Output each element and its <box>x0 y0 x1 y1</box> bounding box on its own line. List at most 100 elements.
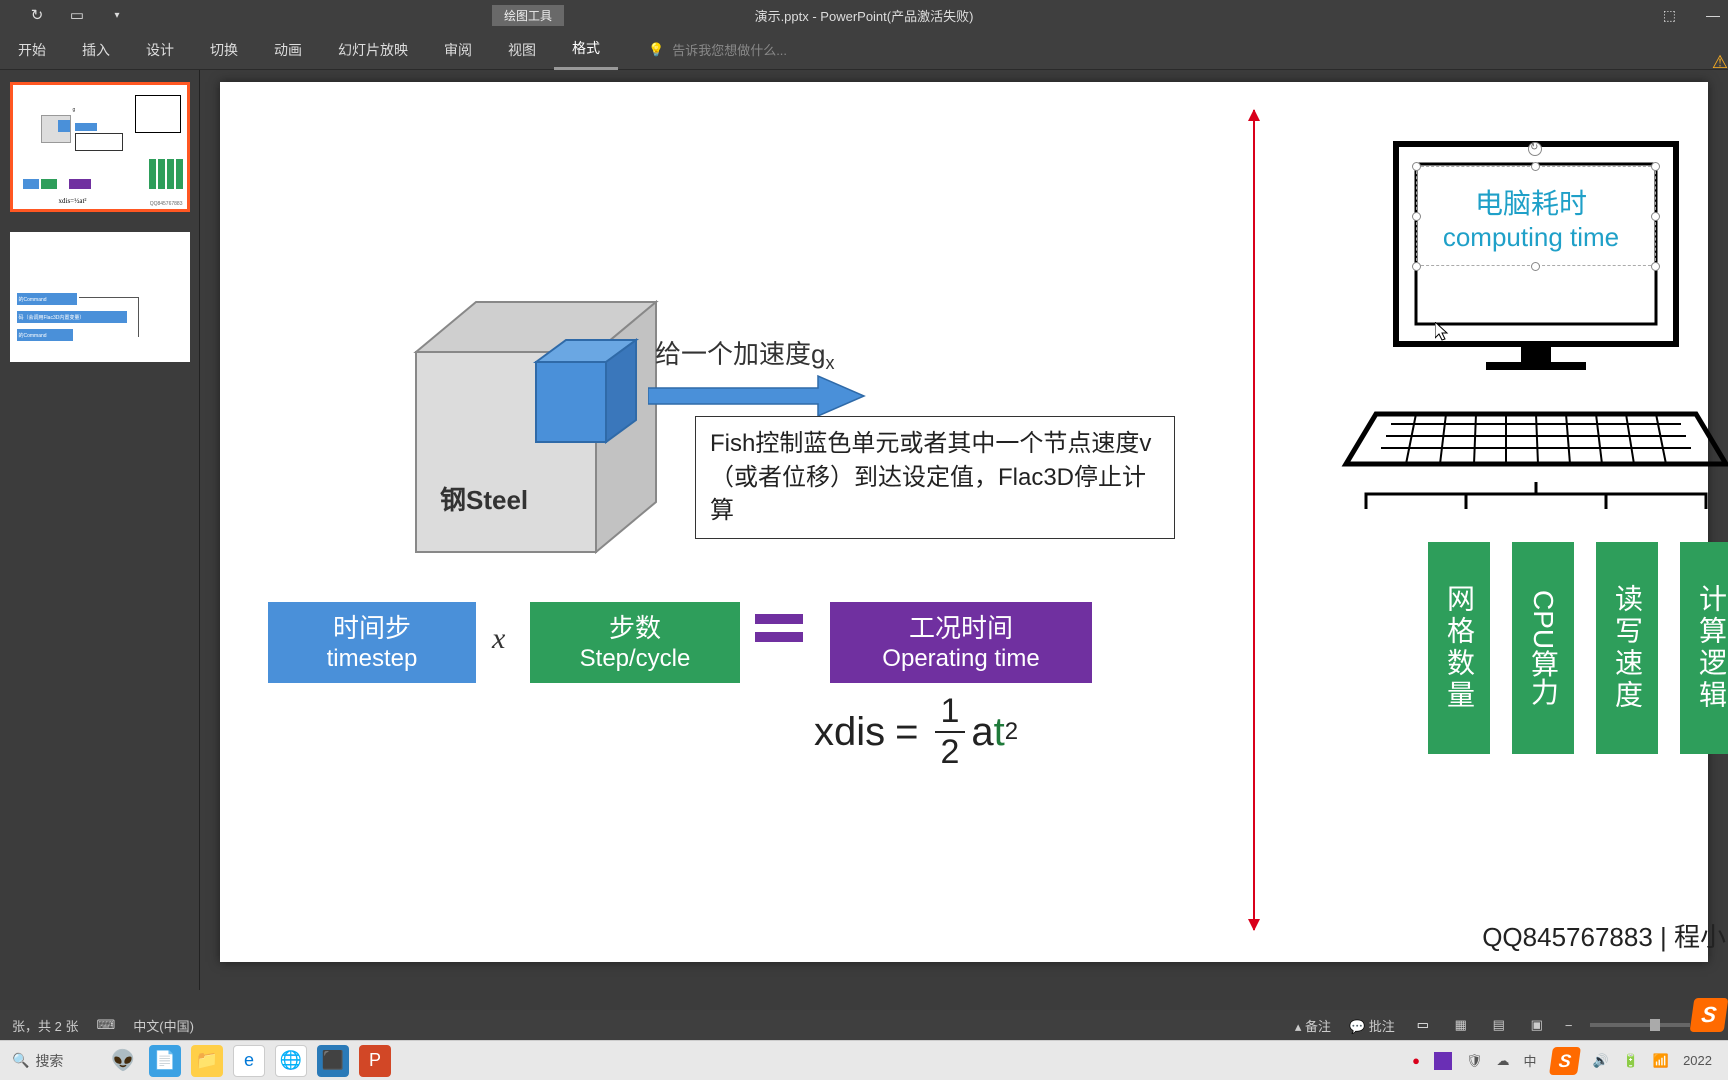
edge-icon[interactable]: e <box>228 1044 270 1078</box>
computer-time-label[interactable]: 电脑耗时 computing time <box>1336 182 1726 253</box>
slide-count: 张，共 2 张 <box>12 1016 78 1035</box>
mouse-cursor-icon <box>1435 322 1451 342</box>
sel-handle-se[interactable] <box>1651 262 1660 271</box>
sel-handle-s[interactable] <box>1531 262 1540 271</box>
formula-den: 2 <box>935 733 966 772</box>
tab-animation[interactable]: 动画 <box>256 30 320 70</box>
timestep-zh: 时间步 <box>268 608 476 645</box>
chrome-icon[interactable]: 🌐 <box>270 1044 312 1078</box>
formula-t: t <box>994 710 1005 755</box>
fish-description-box[interactable]: Fish控制蓝色单元或者其中一个节点速度v（或者位移）到达设定值，Flac3D停… <box>695 416 1175 539</box>
notepad-icon[interactable]: 📄 <box>144 1044 186 1078</box>
formula-a: a <box>971 710 993 755</box>
gbar-cpu[interactable]: CPU算力 <box>1512 542 1574 754</box>
tab-format[interactable]: 格式 <box>554 30 618 70</box>
displacement-formula[interactable]: xdis = 1 2 at2 <box>814 692 1018 772</box>
gbar-logic[interactable]: 计算逻辑 <box>1680 542 1728 754</box>
arrow-right-icon[interactable] <box>648 374 868 418</box>
formula-lhs: xdis <box>814 710 885 755</box>
thumbnail-slide-1[interactable]: g xdis=½at² QQ845767883 <box>10 82 190 212</box>
tray-purple-icon[interactable] <box>1434 1052 1452 1070</box>
tab-slideshow[interactable]: 幻灯片放映 <box>320 30 426 70</box>
tab-home[interactable]: 开始 <box>0 30 64 70</box>
app-blue-icon[interactable]: ⬛ <box>312 1044 354 1078</box>
alert-icon[interactable]: ⚠ <box>1712 52 1728 73</box>
tray-volume-icon[interactable]: 🔊 <box>1593 1053 1609 1069</box>
status-bar: 张，共 2 张 ⌨ 中文(中国) ▴ 备注 💬 批注 ▭ ▦ ▤ ▣ − + <box>0 1010 1728 1040</box>
tab-view[interactable]: 视图 <box>490 30 554 70</box>
thumb2-label-c: 的Command <box>17 329 73 341</box>
dimension-line[interactable] <box>1253 110 1255 930</box>
tray-sogou-float-icon[interactable]: S <box>1690 998 1728 1032</box>
slide-canvas[interactable]: 钢Steel 给一个加速度gx Fish控制蓝色单元或者其中一个节点速度v（或者… <box>220 82 1708 962</box>
notes-button[interactable]: ▴ 备注 <box>1295 1016 1331 1035</box>
timestep-chip[interactable]: 时间步 timestep <box>268 602 476 683</box>
tray-wifi-icon[interactable]: 📶 <box>1653 1053 1669 1069</box>
alienware-icon[interactable]: 👽 <box>102 1044 144 1078</box>
qat-dropdown-icon[interactable]: ▾ <box>108 6 126 24</box>
explorer-icon[interactable]: 📁 <box>186 1044 228 1078</box>
slideshow-view-icon[interactable]: ▣ <box>1527 1017 1547 1033</box>
acceleration-label: 给一个加速度gx <box>655 334 834 374</box>
multiply-symbol: x <box>492 622 505 656</box>
refresh-icon[interactable]: ↻ <box>28 6 46 24</box>
tray-battery-icon[interactable]: 🔋 <box>1623 1053 1639 1069</box>
sel-handle-ne[interactable] <box>1651 162 1660 171</box>
ribbon-display-icon[interactable]: ⬚ <box>1663 7 1676 24</box>
cube-label: 钢Steel <box>440 480 528 517</box>
tray-shield-icon[interactable]: 🛡 <box>1466 1053 1483 1069</box>
touch-mode-icon[interactable]: ▭ <box>68 6 86 24</box>
tab-insert[interactable]: 插入 <box>64 30 128 70</box>
tell-me-placeholder: 告诉我您想做什么... <box>672 40 787 59</box>
tab-transition[interactable]: 切换 <box>192 30 256 70</box>
reading-view-icon[interactable]: ▤ <box>1489 1017 1509 1033</box>
optime-zh: 工况时间 <box>830 608 1092 645</box>
zoom-out-icon[interactable]: − <box>1565 1018 1573 1033</box>
tell-me-search[interactable]: 💡 告诉我您想做什么... <box>648 40 787 59</box>
tray-record-icon[interactable]: ● <box>1412 1053 1420 1068</box>
computer-group[interactable]: 电脑耗时 computing time <box>1336 114 1726 489</box>
window-title: 演示.pptx - PowerPoint(产品激活失败) <box>0 6 1728 25</box>
operating-time-chip[interactable]: 工况时间 Operating time <box>830 602 1092 683</box>
footer-qq: QQ845767883 | 程小 <box>1482 917 1726 954</box>
step-chip[interactable]: 步数 Step/cycle <box>530 602 740 683</box>
formula-eq: = <box>895 710 918 755</box>
gbar-grid-count[interactable]: 网格数量 <box>1428 542 1490 754</box>
tray-date[interactable]: 2022 <box>1683 1053 1712 1068</box>
equals-symbol <box>755 614 803 650</box>
timestep-en: timestep <box>268 645 476 673</box>
step-zh: 步数 <box>530 608 740 645</box>
steel-cube-shape[interactable] <box>406 292 676 572</box>
step-en: Step/cycle <box>530 645 740 673</box>
lightbulb-icon: 💡 <box>648 42 664 58</box>
language-label[interactable]: 中文(中国) <box>133 1016 194 1035</box>
windows-taskbar: 🔍 搜索 👽 📄 📁 e 🌐 ⬛ P ● 🛡 ☁ 中 S 🔊 🔋 📶 2022 … <box>0 1040 1728 1080</box>
thumbnail-slide-2[interactable]: 的Command 码（会调用Flac3D内置变量） 的Command <box>10 232 190 362</box>
tab-review[interactable]: 审阅 <box>426 30 490 70</box>
sel-handle-n[interactable] <box>1531 162 1540 171</box>
factors-bars: 网格数量 CPU算力 读写速度 计算逻辑 <box>1428 542 1728 754</box>
sel-handle-sw[interactable] <box>1412 262 1421 271</box>
pc-zh: 电脑耗时 <box>1336 182 1726 222</box>
powerpoint-icon[interactable]: P <box>354 1044 396 1078</box>
slide-thumbnail-pane[interactable]: g xdis=½at² QQ845767883 的Command <box>0 70 200 990</box>
tray-sogou-icon[interactable]: S <box>1549 1047 1581 1075</box>
taskbar-search[interactable]: 🔍 搜索 <box>6 1046 102 1076</box>
tab-design[interactable]: 设计 <box>128 30 192 70</box>
comments-button[interactable]: 💬 批注 <box>1349 1016 1395 1035</box>
rotate-handle[interactable] <box>1528 142 1542 156</box>
zoom-slider[interactable] <box>1590 1023 1690 1027</box>
optime-en: Operating time <box>830 645 1092 673</box>
pc-en: computing time <box>1336 222 1726 253</box>
sorter-view-icon[interactable]: ▦ <box>1451 1017 1471 1033</box>
tray-ime[interactable]: 中 <box>1524 1051 1537 1070</box>
gbar-io-speed[interactable]: 读写速度 <box>1596 542 1658 754</box>
thumb2-label-a: 的Command <box>17 293 77 305</box>
minimize-icon[interactable]: — <box>1706 7 1720 24</box>
tray-cloud-icon[interactable]: ☁ <box>1497 1053 1510 1069</box>
contextual-tab-label: 绘图工具 <box>492 5 564 26</box>
formula-pow: 2 <box>1005 718 1018 746</box>
normal-view-icon[interactable]: ▭ <box>1413 1017 1433 1033</box>
sel-handle-nw[interactable] <box>1412 162 1421 171</box>
keyboard-icon[interactable]: ⌨ <box>96 1017 115 1033</box>
